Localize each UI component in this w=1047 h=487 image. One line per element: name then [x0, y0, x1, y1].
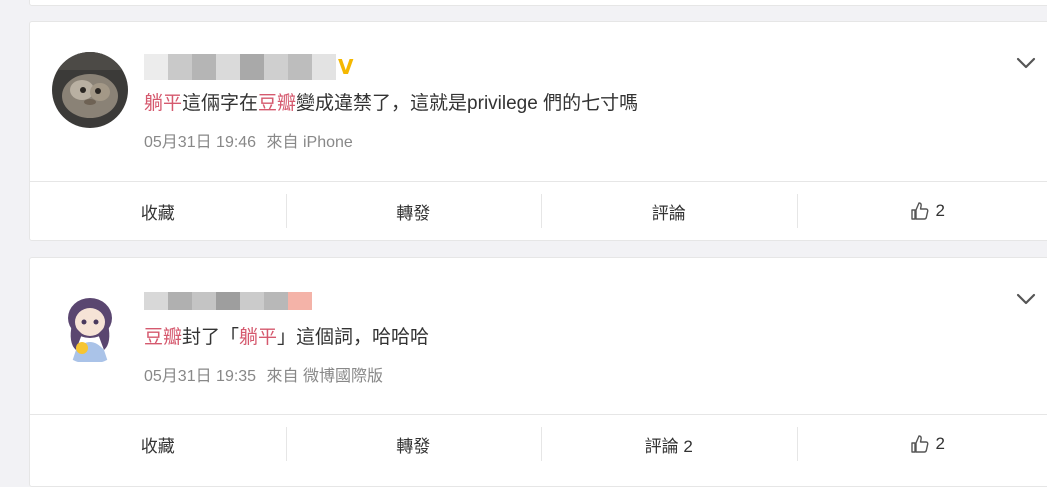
username-blurred[interactable]: [144, 288, 312, 314]
verified-badge-icon: V: [338, 54, 353, 80]
like-button[interactable]: 2: [797, 182, 1047, 240]
favorite-button[interactable]: 收藏: [30, 415, 286, 473]
avatar[interactable]: [52, 52, 128, 128]
action-bar: 收藏 轉發 評論 2 2: [30, 414, 1047, 473]
source: 來自 iPhone: [267, 134, 353, 151]
keyword-link[interactable]: 躺平: [144, 93, 182, 114]
source: 來自 微博國際版: [267, 368, 383, 385]
thumbs-up-icon: [910, 434, 930, 454]
action-bar: 收藏 轉發 評論 2: [30, 181, 1047, 240]
timestamp[interactable]: 05月31日 19:35: [144, 368, 256, 385]
like-count: 2: [936, 434, 945, 454]
post-text: 躺平這倆字在豆瓣變成違禁了，這就是privilege 們的七寸嗎: [144, 90, 638, 118]
post-card: 豆瓣封了「躺平」這個詞，哈哈哈 05月31日 19:35 來自 微博國際版 收藏…: [29, 257, 1047, 487]
keyword-link[interactable]: 豆瓣: [258, 93, 296, 114]
chevron-down-icon[interactable]: [1016, 292, 1036, 306]
repost-button[interactable]: 轉發: [286, 415, 542, 473]
post-text: 豆瓣封了「躺平」這個詞，哈哈哈: [144, 324, 429, 352]
like-count: 2: [936, 201, 945, 221]
comment-button[interactable]: 評論 2: [541, 415, 797, 473]
timestamp[interactable]: 05月31日 19:46: [144, 134, 256, 151]
chevron-down-icon[interactable]: [1016, 56, 1036, 70]
repost-button[interactable]: 轉發: [286, 182, 542, 240]
like-button[interactable]: 2: [797, 415, 1047, 473]
comment-button[interactable]: 評論: [541, 182, 797, 240]
thumbs-up-icon: [910, 201, 930, 221]
favorite-button[interactable]: 收藏: [30, 182, 286, 240]
post-meta: 05月31日 19:46 來自 iPhone: [144, 128, 353, 152]
previous-post-card: [29, 0, 1047, 6]
post-card: V 躺平這倆字在豆瓣變成違禁了，這就是privilege 們的七寸嗎 05月31…: [29, 21, 1047, 241]
keyword-link[interactable]: 豆瓣: [144, 327, 182, 348]
username-blurred[interactable]: V: [144, 54, 353, 80]
keyword-link[interactable]: 躺平: [239, 327, 277, 348]
post-meta: 05月31日 19:35 來自 微博國際版: [144, 362, 383, 386]
avatar[interactable]: [52, 288, 128, 364]
